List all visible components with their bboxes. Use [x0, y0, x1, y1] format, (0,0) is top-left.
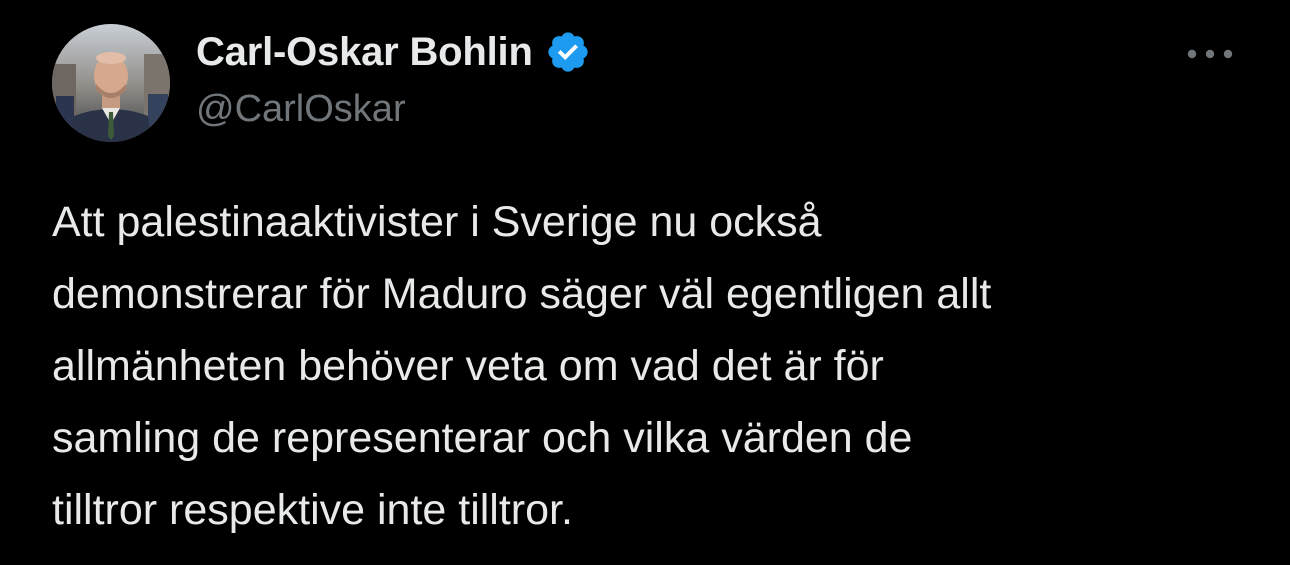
- more-options-icon[interactable]: [1180, 36, 1240, 72]
- avatar-photo: [52, 24, 170, 142]
- avatar[interactable]: [52, 24, 170, 142]
- tweet-card: Carl-Oskar Bohlin @CarlOskar Att palesti…: [0, 0, 1290, 565]
- author-display-name[interactable]: Carl-Oskar Bohlin: [196, 30, 533, 75]
- verified-badge-icon[interactable]: [545, 29, 591, 75]
- author-name-row: Carl-Oskar Bohlin: [196, 26, 591, 78]
- tweet-text: Att palestinaaktivister i Sverige nu ock…: [52, 198, 992, 534]
- author-handle[interactable]: @CarlOskar: [196, 88, 406, 131]
